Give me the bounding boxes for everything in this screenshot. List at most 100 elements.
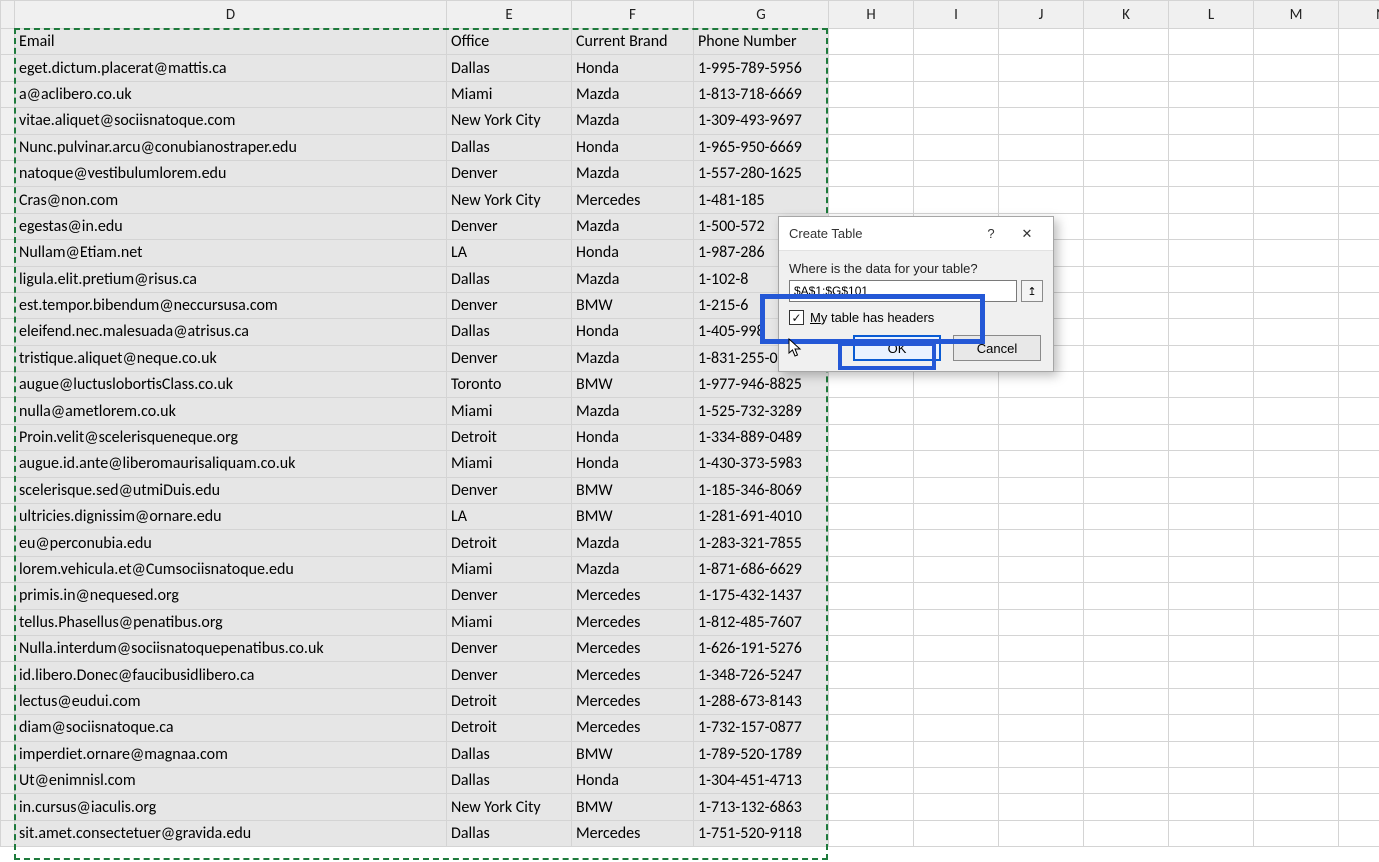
cell[interactable] [1084, 662, 1169, 688]
cell[interactable]: diam@sociisnatoque.ca [15, 715, 447, 741]
cell[interactable] [914, 583, 999, 609]
cell[interactable] [1169, 266, 1254, 292]
cell[interactable] [1339, 134, 1379, 160]
cell[interactable] [1339, 688, 1379, 714]
table-row[interactable]: diam@sociisnatoque.caDetroitMercedes1-73… [1, 715, 1379, 741]
cell[interactable] [1339, 820, 1379, 846]
dialog-titlebar[interactable]: Create Table ? ✕ [779, 217, 1053, 251]
cell[interactable] [1169, 372, 1254, 398]
row-header[interactable] [1, 530, 15, 556]
cell[interactable]: LA [447, 504, 572, 530]
cell[interactable]: 1-732-157-0877 [694, 715, 829, 741]
table-row[interactable]: eget.dictum.placerat@mattis.caDallasHond… [1, 55, 1379, 81]
table-row[interactable]: tellus.Phasellus@penatibus.orgMiamiMerce… [1, 609, 1379, 635]
table-row[interactable]: primis.in@nequesed.orgDenverMercedes1-17… [1, 583, 1379, 609]
cell[interactable]: Nunc.pulvinar.arcu@conubianostraper.edu [15, 134, 447, 160]
cell[interactable] [1339, 530, 1379, 556]
cell[interactable] [914, 398, 999, 424]
cell[interactable]: ligula.elit.pretium@risus.ca [15, 266, 447, 292]
cell[interactable] [1254, 134, 1339, 160]
cell[interactable]: Mercedes [572, 688, 694, 714]
cell[interactable]: Denver [447, 213, 572, 239]
row-header[interactable] [1, 741, 15, 767]
cell[interactable]: lectus@eudui.com [15, 688, 447, 714]
cell[interactable]: Cras@non.com [15, 187, 447, 213]
table-row[interactable]: natoque@vestibulumlorem.eduDenverMazda1-… [1, 160, 1379, 186]
row-header[interactable] [1, 767, 15, 793]
row-header[interactable] [1, 213, 15, 239]
table-row[interactable]: scelerisque.sed@utmiDuis.eduDenverBMW1-1… [1, 477, 1379, 503]
cell[interactable]: 1-281-691-4010 [694, 504, 829, 530]
cell[interactable]: Honda [572, 319, 694, 345]
cell[interactable] [829, 715, 914, 741]
cell[interactable]: Ut@enimnisl.com [15, 767, 447, 793]
cell[interactable] [1254, 767, 1339, 793]
cell[interactable] [1339, 240, 1379, 266]
cell[interactable]: Mercedes [572, 635, 694, 661]
dialog-close-button[interactable]: ✕ [1009, 220, 1045, 248]
cell[interactable] [1169, 635, 1254, 661]
cell[interactable]: Toronto [447, 372, 572, 398]
table-row[interactable]: Proin.velit@scelerisqueneque.orgDetroitH… [1, 424, 1379, 450]
cell[interactable] [1084, 504, 1169, 530]
cell[interactable] [1254, 662, 1339, 688]
table-row[interactable]: imperdiet.ornare@magnaa.comDallasBMW1-78… [1, 741, 1379, 767]
cell[interactable]: sit.amet.consectetuer@gravida.edu [15, 820, 447, 846]
col-header-H[interactable]: H [829, 1, 914, 29]
cell[interactable] [914, 767, 999, 793]
cell[interactable]: egestas@in.edu [15, 213, 447, 239]
cell[interactable]: augue@luctuslobortisClass.co.uk [15, 372, 447, 398]
cell[interactable] [1084, 160, 1169, 186]
cell[interactable] [1169, 55, 1254, 81]
cell[interactable]: 1-185-346-8069 [694, 477, 829, 503]
cell[interactable] [999, 29, 1084, 55]
cell[interactable]: Mercedes [572, 662, 694, 688]
cell[interactable] [1254, 556, 1339, 582]
table-row[interactable]: augue.id.ante@liberomaurisaliquam.co.ukM… [1, 451, 1379, 477]
cell[interactable] [1169, 451, 1254, 477]
cell[interactable]: eleifend.nec.malesuada@atrisus.ca [15, 319, 447, 345]
cell[interactable] [1084, 240, 1169, 266]
cell[interactable] [1254, 345, 1339, 371]
cell[interactable]: Miami [447, 609, 572, 635]
cell[interactable] [1254, 583, 1339, 609]
col-header-E[interactable]: E [447, 1, 572, 29]
cell[interactable]: Mazda [572, 81, 694, 107]
cell[interactable]: BMW [572, 292, 694, 318]
cell[interactable] [1084, 794, 1169, 820]
cell[interactable]: ultricies.dignissim@ornare.edu [15, 504, 447, 530]
table-row[interactable]: egestas@in.eduDenverMazda1-500-572 [1, 213, 1379, 239]
cell[interactable] [914, 635, 999, 661]
cell[interactable] [1169, 504, 1254, 530]
cell[interactable] [914, 688, 999, 714]
col-header-F[interactable]: F [572, 1, 694, 29]
cell[interactable]: nulla@ametlorem.co.uk [15, 398, 447, 424]
cell[interactable] [914, 662, 999, 688]
cell[interactable] [1084, 81, 1169, 107]
cell[interactable]: 1-348-726-5247 [694, 662, 829, 688]
cell[interactable]: 1-175-432-1437 [694, 583, 829, 609]
row-header[interactable] [1, 635, 15, 661]
row-header[interactable] [1, 504, 15, 530]
cell[interactable] [914, 741, 999, 767]
cell[interactable] [1339, 55, 1379, 81]
cell[interactable] [829, 583, 914, 609]
row-header[interactable] [1, 345, 15, 371]
cell[interactable] [829, 556, 914, 582]
cell[interactable]: Mazda [572, 213, 694, 239]
cell[interactable] [1339, 292, 1379, 318]
cell[interactable]: tristique.aliquet@neque.co.uk [15, 345, 447, 371]
cell[interactable] [1084, 55, 1169, 81]
table-row[interactable]: EmailOfficeCurrent BrandPhone Number [1, 29, 1379, 55]
table-row[interactable]: lectus@eudui.comDetroitMercedes1-288-673… [1, 688, 1379, 714]
cell[interactable] [999, 794, 1084, 820]
table-row[interactable]: tristique.aliquet@neque.co.ukDenverMazda… [1, 345, 1379, 371]
row-header[interactable] [1, 451, 15, 477]
cell[interactable] [1254, 266, 1339, 292]
table-row[interactable]: Nulla.interdum@sociisnatoquepenatibus.co… [1, 635, 1379, 661]
cell[interactable]: 1-751-520-9118 [694, 820, 829, 846]
cell[interactable] [1169, 213, 1254, 239]
cell[interactable] [999, 134, 1084, 160]
cell[interactable]: Honda [572, 767, 694, 793]
cell[interactable] [999, 424, 1084, 450]
